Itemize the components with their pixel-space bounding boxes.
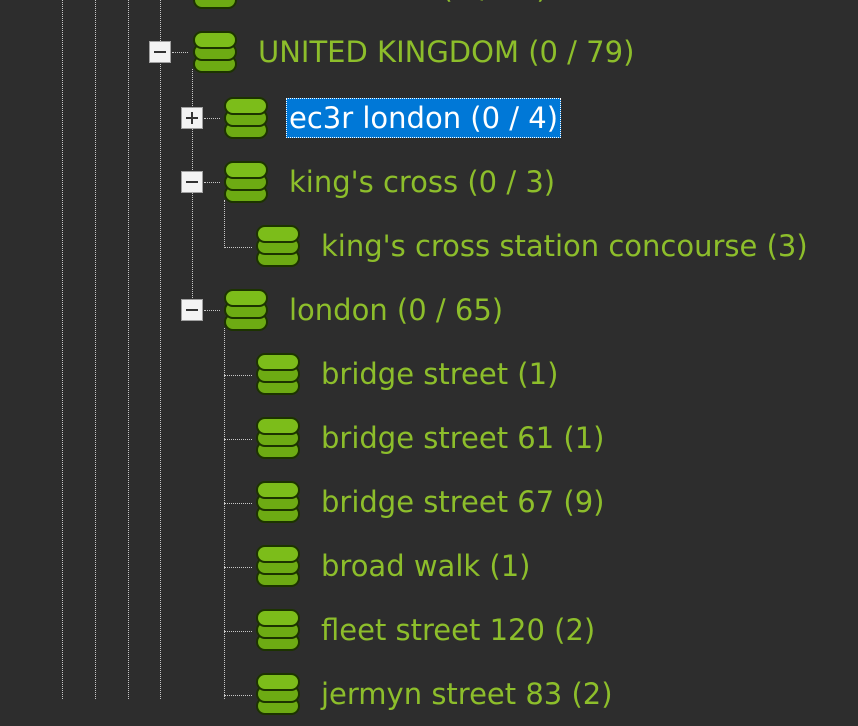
tree-connector — [224, 503, 252, 504]
expand-toggle[interactable] — [181, 107, 203, 129]
tree-connector — [224, 247, 252, 248]
database-icon — [256, 353, 300, 395]
tree-node-united-kingdom[interactable]: UNITED KINGDOM (0 / 79) — [0, 20, 858, 84]
tree-node-fleet-street-120[interactable]: fleet street 120 (2) — [0, 598, 858, 662]
tree-node-label: bridge street 61 (1) — [321, 421, 605, 455]
database-icon — [256, 481, 300, 523]
tree-connector — [224, 695, 252, 696]
tree-connector — [204, 118, 220, 119]
collapse-toggle[interactable] — [181, 171, 203, 193]
tree-node-label: king's cross (0 / 3) — [289, 165, 556, 199]
database-icon — [256, 609, 300, 651]
tree-node-label: ec3r london (0 / 4) — [286, 98, 562, 138]
tree-node-label: jermyn street 83 (2) — [321, 677, 613, 711]
tree-node-kings-cross[interactable]: king's cross (0 / 3) — [0, 150, 858, 214]
tree-node-label: bridge street (1) — [321, 357, 559, 391]
tree-node-jermyn-street-83[interactable]: jermyn street 83 (2) — [0, 662, 858, 726]
tree-connector — [172, 52, 188, 53]
database-icon — [256, 417, 300, 459]
tree-node-label: fleet street 120 (2) — [321, 613, 596, 647]
database-icon — [256, 545, 300, 587]
tree-node-broad-walk[interactable]: broad walk (1) — [0, 534, 858, 598]
database-icon — [224, 289, 268, 331]
tree-connector — [204, 182, 220, 183]
tree-node-bridge-street[interactable]: bridge street (1) — [0, 342, 858, 406]
tree-node-kings-cross-station-concourse[interactable]: king's cross station concourse (3) — [0, 214, 858, 278]
tree-connector — [224, 631, 252, 632]
collapse-toggle[interactable] — [181, 299, 203, 321]
tree-node-bridge-street-67[interactable]: bridge street 67 (9) — [0, 470, 858, 534]
collapse-toggle[interactable] — [149, 41, 171, 63]
database-icon — [224, 97, 268, 139]
tree-node-label: bridge street 67 (9) — [321, 485, 605, 519]
database-icon — [193, 31, 237, 73]
tree-node-ec3r-london[interactable]: ec3r london (0 / 4) — [0, 86, 858, 150]
tree-node-label: broad walk (1) — [321, 549, 531, 583]
tree-connector — [224, 375, 252, 376]
database-icon — [256, 225, 300, 267]
database-icon — [224, 161, 268, 203]
tree-connector — [224, 439, 252, 440]
tree-node-bridge-street-61[interactable]: bridge street 61 (1) — [0, 406, 858, 470]
database-icon — [193, 0, 237, 9]
tree-node-label: VENEZUELA (0 / 40) — [255, 0, 551, 8]
tree-connector — [204, 310, 220, 311]
tree-node-london[interactable]: london (0 / 65) — [0, 278, 858, 342]
tree-connector — [224, 567, 252, 568]
tree-node-venezuela[interactable]: VENEZUELA (0 / 40) — [0, 0, 858, 20]
tree-node-label: london (0 / 65) — [289, 293, 504, 327]
tree-node-label: UNITED KINGDOM (0 / 79) — [258, 35, 635, 69]
tree-node-label: king's cross station concourse (3) — [321, 229, 808, 263]
database-icon — [256, 673, 300, 715]
